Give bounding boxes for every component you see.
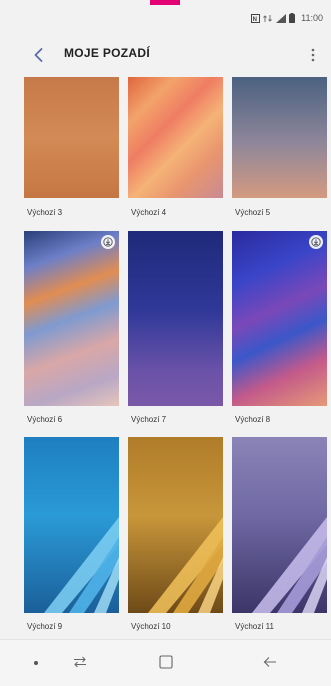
home-button[interactable] — [152, 650, 180, 674]
wallpaper-label: Výchozí 6 — [27, 415, 63, 424]
wallpaper-thumbnail — [128, 437, 223, 613]
wallpaper-thumbnail — [128, 77, 223, 198]
recent-apps-icon — [74, 656, 86, 668]
status-time: 11:00 — [301, 13, 323, 23]
wallpaper-graphic — [44, 517, 119, 613]
carrier-accent-bar — [150, 0, 180, 5]
wallpaper-thumbnail — [128, 231, 223, 406]
wallpaper-label: Výchozí 10 — [131, 622, 171, 631]
wallpaper-label: Výchozí 3 — [27, 208, 63, 217]
download-icon — [103, 237, 113, 247]
download-badge — [101, 235, 115, 249]
battery-icon — [289, 13, 296, 23]
wallpaper-label: Výchozí 4 — [131, 208, 167, 217]
status-bar: N 11:00 — [0, 8, 331, 28]
wallpaper-graphic — [252, 517, 327, 613]
wallpaper-thumbnail — [24, 231, 119, 406]
wallpaper-label: Výchozí 11 — [235, 622, 274, 631]
wallpaper-label: Výchozí 9 — [27, 622, 63, 631]
back-button[interactable] — [24, 42, 52, 68]
wallpaper-thumbnail — [24, 437, 119, 613]
signal-icon — [276, 13, 287, 23]
home-icon — [159, 655, 173, 669]
recent-apps-button[interactable] — [66, 650, 94, 674]
status-icons: N 11:00 — [251, 13, 323, 23]
page-title: MOJE POZADÍ — [64, 46, 150, 60]
nfc-icon: N — [251, 13, 261, 23]
svg-text:N: N — [253, 17, 257, 23]
app-bar: MOJE POZADÍ — [0, 36, 331, 72]
wallpaper-label: Výchozí 5 — [235, 208, 271, 217]
download-icon — [311, 237, 321, 247]
download-badge — [309, 235, 323, 249]
navigation-bar — [0, 639, 331, 686]
nav-back-icon — [263, 657, 276, 667]
wallpaper-label: Výchozí 7 — [131, 415, 167, 424]
wallpaper-label: Výchozí 8 — [235, 415, 271, 424]
wallpaper-thumbnail — [232, 437, 327, 613]
nav-back-button[interactable] — [256, 650, 284, 674]
wallpaper-thumbnail — [232, 77, 327, 198]
wallpaper-graphic — [148, 517, 223, 613]
data-icon — [263, 14, 272, 22]
more-options-button[interactable] — [301, 42, 325, 68]
back-arrow-icon — [34, 48, 42, 62]
wallpaper-thumbnail — [24, 77, 119, 198]
nav-indicator-dot — [34, 661, 38, 665]
more-vertical-icon — [311, 48, 315, 62]
wallpaper-thumbnail — [232, 231, 327, 406]
